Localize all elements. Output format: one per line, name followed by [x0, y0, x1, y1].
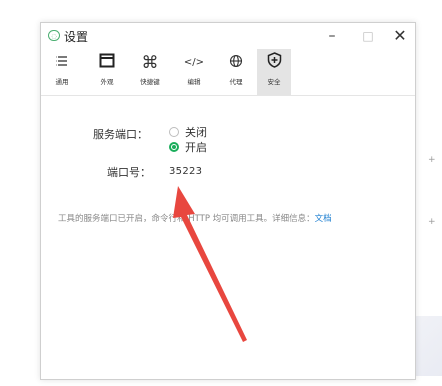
- annotation-arrow: [173, 186, 247, 342]
- arrow-shape: [173, 186, 247, 342]
